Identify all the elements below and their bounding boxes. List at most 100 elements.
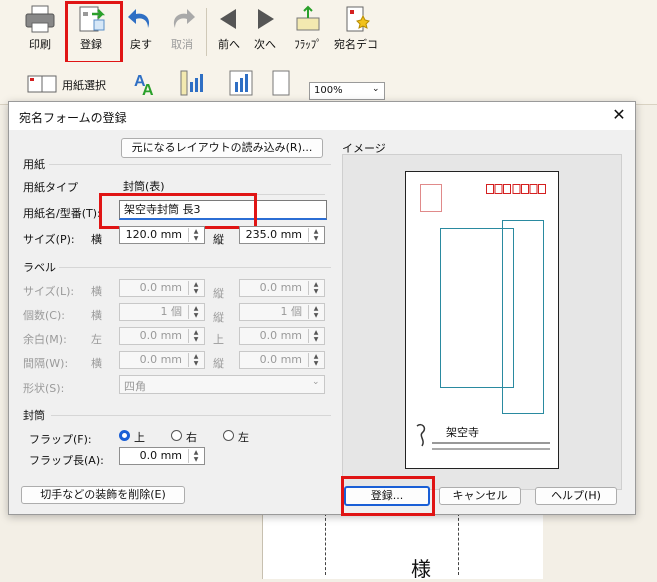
deco-label: 宛名デコ — [334, 38, 378, 51]
flap-top-radio[interactable]: 上 — [119, 429, 159, 445]
zoom-select[interactable]: 100% ⌄ — [309, 82, 385, 100]
help-button[interactable]: ヘルプ(H) — [535, 487, 617, 505]
label-size-h-label: 縦 — [213, 287, 224, 300]
envelope-preview: 架空寺 — [405, 171, 559, 469]
column-layout-icon[interactable] — [178, 68, 208, 98]
load-layout-button[interactable]: 元になるレイアウトの読み込み(R)... — [121, 138, 323, 158]
label-count-w-value: 1 個 — [160, 305, 183, 318]
flap-left-label: 左 — [238, 431, 249, 444]
label-size-w-label: 横 — [91, 285, 102, 298]
sender-name: 架空寺 — [446, 426, 479, 439]
cancel-button[interactable]: キャンセル — [439, 487, 521, 505]
image-preview: 架空寺 — [342, 154, 622, 490]
label-gap-w-field[interactable]: 0.0 mm ▲ ▼ — [119, 351, 205, 369]
prev-button[interactable]: 前へ — [212, 4, 246, 58]
undo-label: 戻す — [130, 38, 152, 51]
label-gap-w-value: 0.0 mm — [139, 353, 182, 366]
label-gap-h-field[interactable]: 0.0 mm ▲ ▼ — [239, 351, 325, 369]
label-group-label: ラベル — [23, 261, 56, 274]
label-count-label: 個数(C): — [23, 309, 65, 322]
dialog-title: 宛名フォームの登録 — [19, 111, 127, 125]
spinner-icon[interactable]: ▲ ▼ — [188, 305, 203, 319]
flap-icon — [296, 5, 320, 31]
label-count-h-label: 縦 — [213, 311, 224, 324]
label-size-w-field[interactable]: 0.0 mm ▲ ▼ — [119, 279, 205, 297]
label-gap-h-label: 縦 — [213, 357, 224, 370]
label-margin-left-label: 左 — [91, 333, 102, 346]
paper-height-field[interactable]: 235.0 mm ▲ ▼ — [239, 226, 325, 244]
print-label: 印刷 — [29, 38, 51, 51]
paper-width-label: 横 — [91, 233, 102, 246]
remove-deco-button[interactable]: 切手などの装飾を削除(E) — [21, 486, 185, 504]
spinner-icon[interactable]: ▲ ▼ — [188, 329, 203, 343]
spinner-icon[interactable]: ▲ ▼ — [188, 353, 203, 367]
address-form-dialog: 宛名フォームの登録 ✕ 元になるレイアウトの読み込み(R)... イメージ 用紙… — [8, 101, 636, 516]
label-gap-h-value: 0.0 mm — [259, 353, 302, 366]
print-button[interactable]: 印刷 — [20, 4, 60, 58]
temple-logo-icon — [416, 423, 426, 447]
spinner-icon[interactable]: ▲ ▼ — [188, 281, 203, 295]
address-frame — [325, 513, 459, 575]
label-gap-label: 間隔(W): — [23, 357, 69, 370]
label-shape-value: 四角 — [124, 380, 146, 393]
envelope-group-label: 封筒 — [23, 409, 45, 422]
paper-select-button[interactable]: 用紙選択 — [26, 72, 116, 96]
paper-width-value: 120.0 mm — [125, 228, 182, 241]
label-size-h-field[interactable]: 0.0 mm ▲ ▼ — [239, 279, 325, 297]
flap-button[interactable]: ﾌﾗｯﾌﾟ — [288, 4, 328, 58]
secondary-toolbar: 用紙選択 A A 100% ⌄ — [0, 62, 657, 105]
label-count-h-field[interactable]: 1 個 ▲ ▼ — [239, 303, 325, 321]
svg-text:A: A — [142, 82, 154, 98]
paper-select-label: 用紙選択 — [62, 79, 106, 92]
chevron-down-icon: ⌄ — [372, 84, 380, 94]
spinner-icon[interactable]: ▲ ▼ — [188, 228, 203, 242]
deco-button[interactable]: 宛名デコ — [332, 4, 380, 58]
flap-right-label: 右 — [186, 431, 197, 444]
next-button[interactable]: 次へ — [248, 4, 282, 58]
label-shape-select[interactable]: 四角 ⌄ — [119, 375, 325, 394]
page-icon[interactable] — [268, 68, 294, 98]
main-toolbar: 印刷 登録 戻す 取消 前へ 次へ ﾌﾗｯﾌﾟ 宛名デコ — [0, 0, 657, 64]
text-format-icon[interactable]: A A — [132, 68, 162, 98]
label-margin-top-field[interactable]: 0.0 mm ▲ ▼ — [239, 327, 325, 345]
spinner-icon[interactable]: ▲ ▼ — [308, 281, 323, 295]
label-margin-left-field[interactable]: 0.0 mm ▲ ▼ — [119, 327, 205, 345]
flap-label: ﾌﾗｯﾌﾟ — [294, 38, 322, 51]
flap-right-radio[interactable]: 右 — [171, 429, 211, 445]
spinner-icon[interactable]: ▲ ▼ — [308, 329, 323, 343]
address-frame-b — [502, 220, 544, 414]
sender-address-line — [432, 442, 550, 444]
radio-icon — [171, 430, 182, 441]
radio-selected-icon — [119, 430, 130, 441]
flap-length-field[interactable]: 0.0 mm ▲ ▼ — [119, 447, 205, 465]
spinner-icon[interactable]: ▲ ▼ — [308, 228, 323, 242]
zoom-value: 100% — [314, 85, 343, 96]
bar-layout-icon[interactable] — [226, 68, 256, 98]
chevron-down-icon: ⌄ — [312, 377, 320, 387]
undo-button[interactable]: 戻す — [124, 4, 158, 58]
paper-group-label: 用紙 — [23, 158, 45, 171]
spinner-icon[interactable]: ▲ ▼ — [308, 353, 323, 367]
highlight-paper-name — [99, 193, 257, 229]
divider — [51, 415, 331, 416]
label-size-label: サイズ(L): — [23, 285, 75, 298]
undo-arrow-icon — [128, 9, 150, 28]
printer-icon — [25, 5, 55, 33]
postal-code-boxes — [486, 184, 548, 194]
flap-top-label: 上 — [134, 431, 145, 444]
label-count-w-field[interactable]: 1 個 ▲ ▼ — [119, 303, 205, 321]
flap-left-radio[interactable]: 左 — [223, 429, 263, 445]
spinner-icon[interactable]: ▲ ▼ — [308, 305, 323, 319]
sama-text: 様 — [411, 557, 431, 581]
cancel-toolbar-button[interactable]: 取消 — [164, 4, 200, 58]
paper-type-label: 用紙タイプ — [23, 181, 78, 194]
deco-icon — [346, 6, 370, 32]
spinner-icon[interactable]: ▲ ▼ — [188, 449, 203, 463]
close-icon[interactable]: ✕ — [609, 105, 629, 125]
label-shape-label: 形状(S): — [23, 382, 65, 395]
document-canvas: 様 — [262, 513, 543, 581]
paper-select-icon — [27, 75, 57, 93]
divider — [49, 164, 331, 165]
paper-width-field[interactable]: 120.0 mm ▲ ▼ — [119, 226, 205, 244]
stamp-area — [420, 184, 442, 212]
